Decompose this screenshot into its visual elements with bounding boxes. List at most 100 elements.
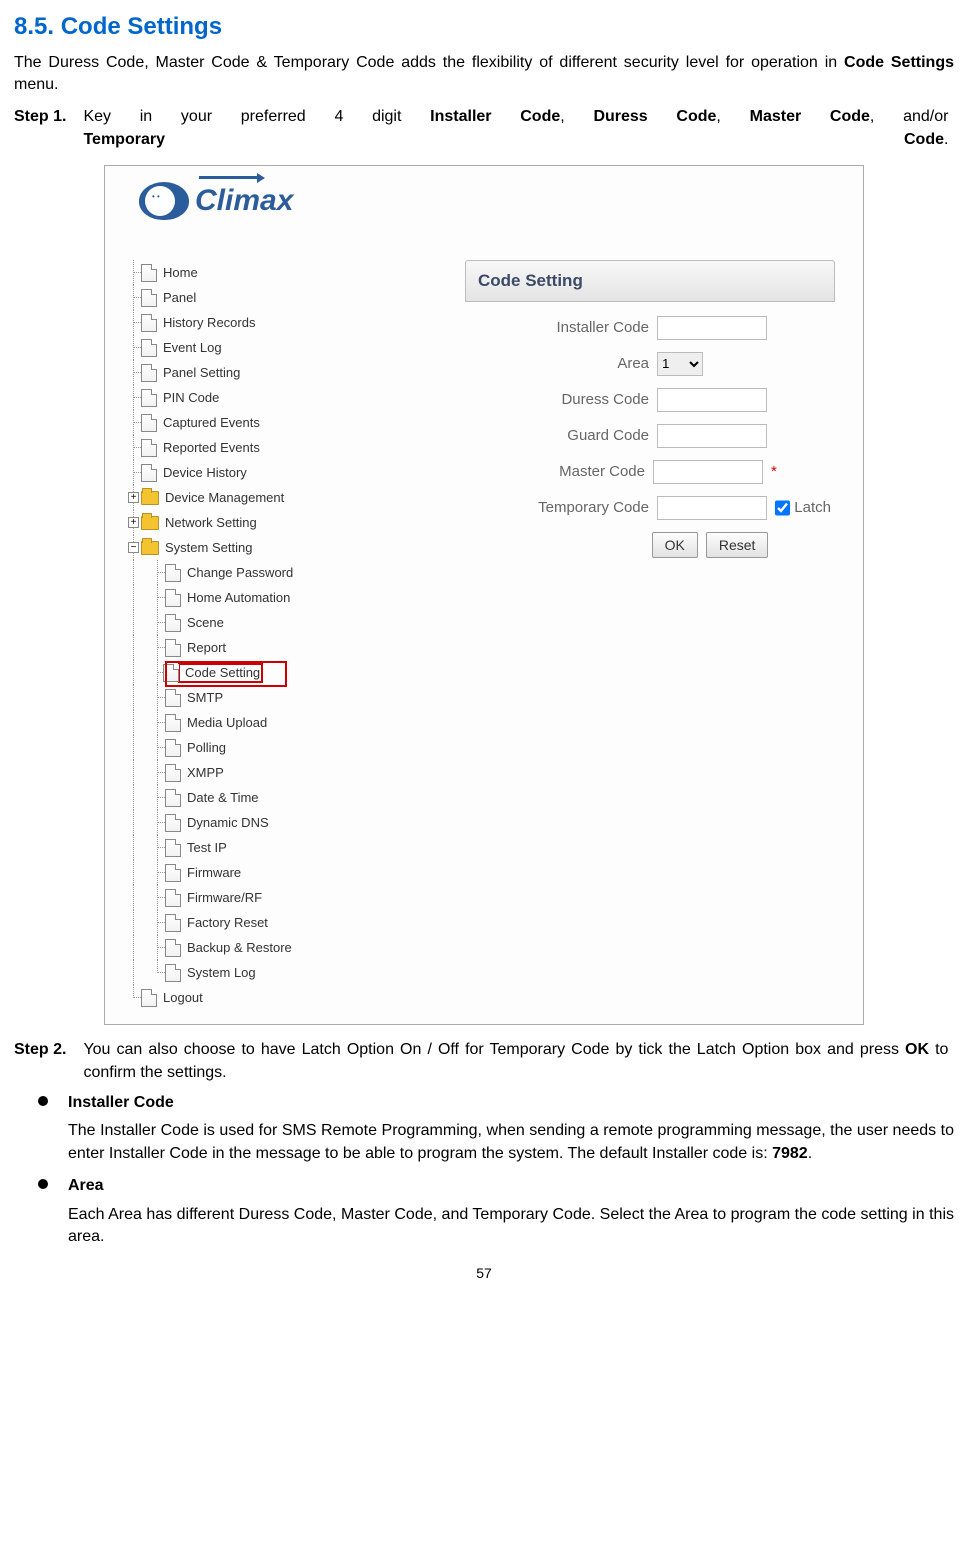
page-icon (165, 864, 181, 882)
tree-item-change-password[interactable]: Change Password (129, 560, 389, 585)
row-installer-code: Installer Code (465, 316, 835, 340)
bullet-installer-code: Installer Code (14, 1092, 954, 1114)
step-2: Step 2. You can also choose to have Latc… (14, 1039, 954, 1084)
input-installer-code[interactable] (657, 316, 767, 340)
checkbox-latch[interactable] (775, 500, 790, 516)
row-master-code: Master Code * (465, 460, 835, 484)
collapse-icon[interactable]: − (128, 542, 139, 553)
intro-bold: Code Settings (844, 54, 954, 71)
row-temporary-code: Temporary Code Latch (465, 496, 835, 520)
page-icon (141, 414, 157, 432)
page-icon (141, 364, 157, 382)
required-asterisk: * (771, 461, 779, 482)
bullet-icon (38, 1096, 48, 1106)
page-icon (165, 764, 181, 782)
tree-item-dynamic-dns[interactable]: Dynamic DNS (129, 810, 389, 835)
screenshot-container: Climax Home Panel History Records Event … (104, 165, 864, 1025)
row-duress-code: Duress Code (465, 388, 835, 412)
step-1: Step 1. Key in your preferred 4 digit In… (14, 106, 954, 151)
folder-icon (141, 516, 159, 530)
tree-item-home[interactable]: Home (129, 260, 389, 285)
page-icon (165, 839, 181, 857)
tree-folder-system-setting[interactable]: −System Setting (129, 535, 389, 560)
page-icon (165, 739, 181, 757)
page-icon (165, 789, 181, 807)
tree-item-scene[interactable]: Scene (129, 610, 389, 635)
page-icon (165, 964, 181, 982)
page-icon (141, 989, 157, 1007)
bullet-icon (38, 1179, 48, 1189)
step2-label: Step 2. (14, 1039, 79, 1061)
page-icon (165, 589, 181, 607)
page-icon (141, 264, 157, 282)
tree-folder-device-management[interactable]: +Device Management (129, 485, 389, 510)
page-number: 57 (14, 1264, 954, 1284)
label-installer-code: Installer Code (465, 317, 649, 338)
step1-body: Key in your preferred 4 digit Installer … (83, 106, 948, 151)
section-title: 8.5. Code Settings (14, 10, 954, 44)
tree-item-media-upload[interactable]: Media Upload (129, 710, 389, 735)
nav-tree: Home Panel History Records Event Log Pan… (129, 260, 389, 1010)
tree-item-event-log[interactable]: Event Log (129, 335, 389, 360)
button-row: OK Reset (585, 532, 835, 558)
input-duress-code[interactable] (657, 388, 767, 412)
page-icon (165, 889, 181, 907)
ok-button[interactable]: OK (652, 532, 698, 558)
tree-item-smtp[interactable]: SMTP (129, 685, 389, 710)
tree-item-panel[interactable]: Panel (129, 285, 389, 310)
page-icon (165, 564, 181, 582)
label-area: Area (465, 353, 649, 374)
logo-icon (139, 182, 189, 220)
input-temporary-code[interactable] (657, 496, 767, 520)
page-icon (165, 714, 181, 732)
label-duress-code: Duress Code (465, 389, 649, 410)
page-icon (141, 339, 157, 357)
tree-item-backup-restore[interactable]: Backup & Restore (129, 935, 389, 960)
tree-item-system-log[interactable]: System Log (129, 960, 389, 985)
tree-item-date-time[interactable]: Date & Time (129, 785, 389, 810)
tree-item-xmpp[interactable]: XMPP (129, 760, 389, 785)
tree-item-report[interactable]: Report (129, 635, 389, 660)
bullet1-title: Installer Code (68, 1092, 174, 1114)
reset-button[interactable]: Reset (706, 532, 769, 558)
tree-item-factory-reset[interactable]: Factory Reset (129, 910, 389, 935)
page-icon (141, 439, 157, 457)
select-area[interactable]: 1 (657, 352, 703, 376)
tree-item-panel-setting[interactable]: Panel Setting (129, 360, 389, 385)
bullet-area: Area (14, 1175, 954, 1197)
tree-item-code-setting[interactable]: Code Setting (129, 660, 389, 685)
expand-icon[interactable]: + (128, 492, 139, 503)
page-icon (141, 389, 157, 407)
tree-item-reported-events[interactable]: Reported Events (129, 435, 389, 460)
page-icon (163, 664, 179, 682)
page-icon (141, 314, 157, 332)
input-master-code[interactable] (653, 460, 763, 484)
tree-item-test-ip[interactable]: Test IP (129, 835, 389, 860)
label-latch: Latch (794, 497, 831, 518)
tree-item-pin-code[interactable]: PIN Code (129, 385, 389, 410)
step2-body: You can also choose to have Latch Option… (83, 1039, 948, 1084)
input-guard-code[interactable] (657, 424, 767, 448)
tree-folder-network-setting[interactable]: +Network Setting (129, 510, 389, 535)
tree-item-device-history[interactable]: Device History (129, 460, 389, 485)
tree-item-firmware-rf[interactable]: Firmware/RF (129, 885, 389, 910)
intro-tail: menu. (14, 76, 58, 93)
page-icon (165, 639, 181, 657)
tree-item-polling[interactable]: Polling (129, 735, 389, 760)
folder-icon (141, 541, 159, 555)
intro-paragraph: The Duress Code, Master Code & Temporary… (14, 52, 954, 97)
step1-label: Step 1. (14, 106, 79, 128)
tree-item-logout[interactable]: Logout (129, 985, 389, 1010)
page-icon (141, 289, 157, 307)
tree-item-history-records[interactable]: History Records (129, 310, 389, 335)
page-icon (165, 814, 181, 832)
row-guard-code: Guard Code (465, 424, 835, 448)
panel-body: Installer Code Area 1 Duress Code Guard … (465, 302, 835, 558)
tree-item-firmware[interactable]: Firmware (129, 860, 389, 885)
page-icon (165, 939, 181, 957)
panel-header: Code Setting (465, 260, 835, 302)
page-icon (165, 689, 181, 707)
tree-item-home-automation[interactable]: Home Automation (129, 585, 389, 610)
expand-icon[interactable]: + (128, 517, 139, 528)
tree-item-captured-events[interactable]: Captured Events (129, 410, 389, 435)
